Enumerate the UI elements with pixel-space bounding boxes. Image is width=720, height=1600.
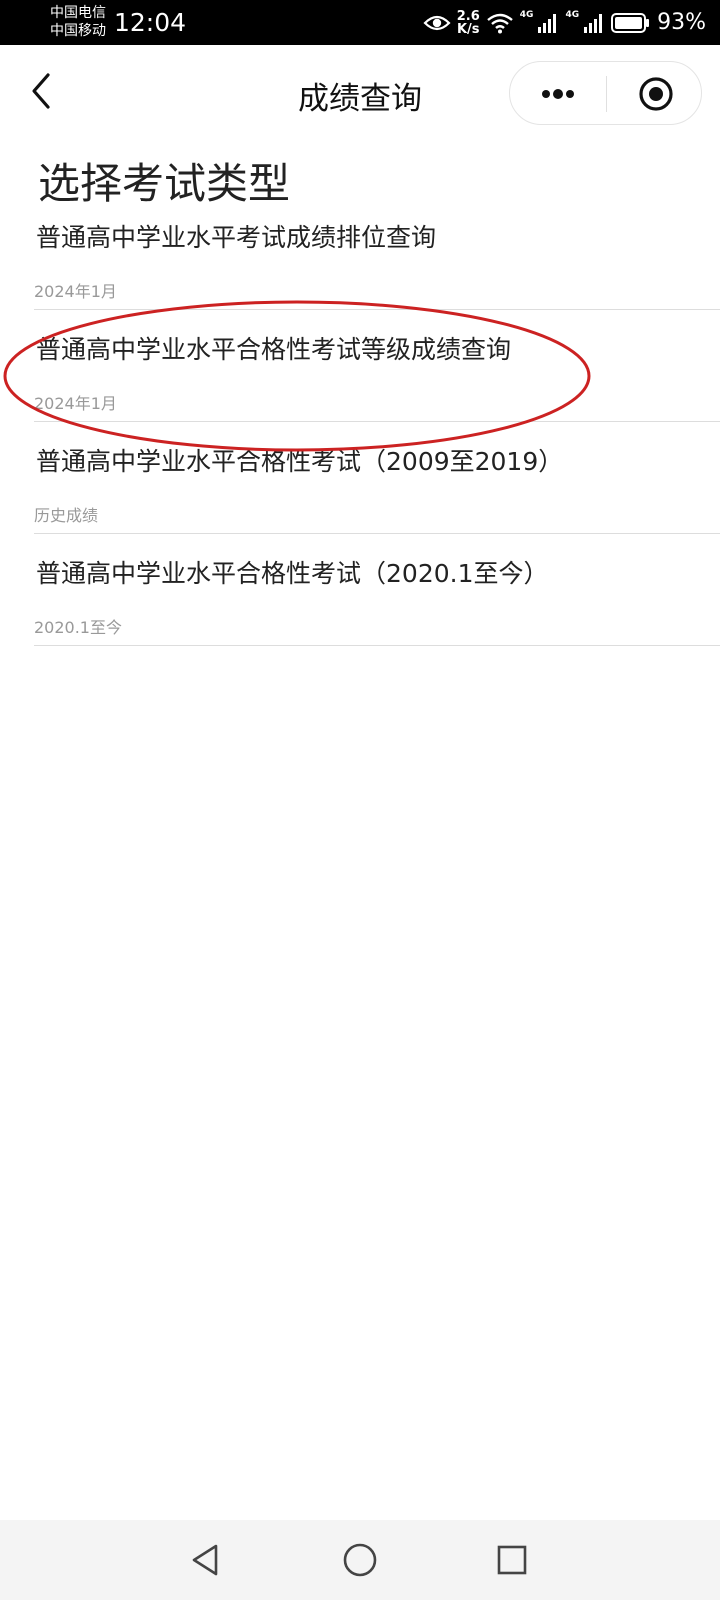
exam-title: 普通高中学业水平考试成绩排位查询 (36, 223, 437, 252)
status-icons: 2.6 K/s 4G 4G 93% (423, 0, 706, 45)
exam-list-item[interactable]: 普通高中学业水平合格性考试（2020.1至今） 2020.1至今 (34, 534, 720, 646)
mini-program-page: 中国电信 中国移动 12:04 2.6 K/s 4G 4G 93% 成绩查询 选… (0, 0, 720, 1600)
clock: 12:04 (114, 8, 187, 37)
exam-subtitle: 历史成绩 (34, 506, 99, 525)
carrier-2: 中国移动 (50, 23, 106, 39)
exam-title: 普通高中学业水平合格性考试等级成绩查询 (36, 335, 512, 364)
divider (34, 645, 720, 646)
exam-subtitle: 2024年1月 (34, 282, 117, 301)
circle-home-icon (340, 1543, 380, 1584)
network-type-1: 4G (519, 9, 534, 20)
exam-title: 普通高中学业水平合格性考试（2009至2019） (36, 447, 564, 476)
wifi-icon (486, 12, 514, 34)
battery-percent: 93% (657, 10, 706, 35)
battery-icon (611, 12, 651, 34)
capsule-menu (509, 61, 702, 125)
system-navigation-bar (0, 1520, 720, 1600)
system-home-button[interactable] (340, 1540, 380, 1580)
eye-icon (423, 13, 451, 33)
carrier-1: 中国电信 (50, 5, 106, 21)
system-recent-apps-button[interactable] (492, 1540, 532, 1580)
signal-icon (583, 12, 605, 34)
speed-unit: K/s (456, 21, 480, 37)
triangle-back-icon (186, 1544, 226, 1584)
target-icon (636, 77, 676, 116)
square-recent-icon (492, 1545, 532, 1584)
close-miniprogram-button[interactable] (636, 76, 676, 112)
nav-bar: 成绩查询 (0, 45, 720, 140)
network-speed: 2.6 K/s (457, 10, 480, 36)
exam-subtitle: 2020.1至今 (34, 618, 122, 637)
exam-list-item[interactable]: 普通高中学业水平合格性考试等级成绩查询 2024年1月 (34, 310, 720, 422)
exam-list-item[interactable]: 普通高中学业水平合格性考试（2009至2019） 历史成绩 (34, 422, 720, 534)
exam-title: 普通高中学业水平合格性考试（2020.1至今） (36, 559, 549, 588)
speed-value: 2.6 (456, 8, 480, 24)
carrier-info: 中国电信 中国移动 (50, 4, 106, 40)
capsule-divider (606, 76, 607, 112)
exam-subtitle: 2024年1月 (34, 394, 117, 413)
status-bar: 中国电信 中国移动 12:04 2.6 K/s 4G 4G 93% (0, 0, 720, 45)
signal-icon (537, 12, 559, 34)
network-type-2: 4G (565, 9, 580, 20)
exam-list-item[interactable]: 普通高中学业水平考试成绩排位查询 2024年1月 (34, 198, 720, 310)
system-back-button[interactable] (186, 1540, 226, 1580)
more-button[interactable] (532, 76, 584, 112)
more-dots-icon (532, 89, 584, 116)
